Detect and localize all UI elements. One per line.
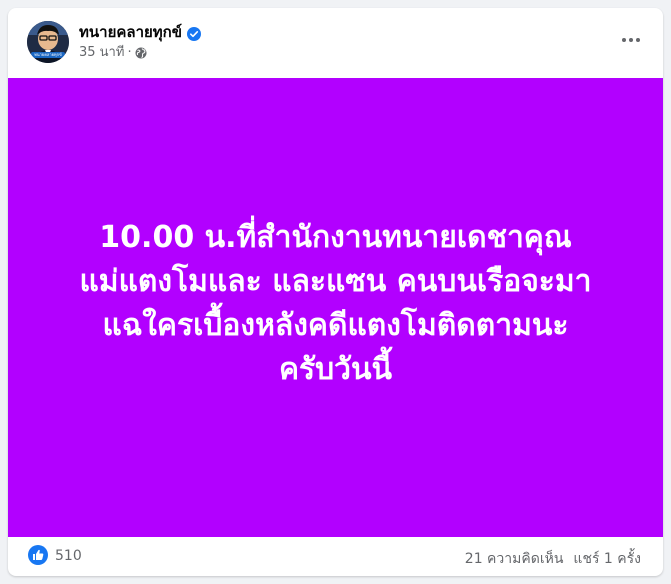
author-avatar[interactable]: ทนายคลายทุกข์	[27, 21, 69, 63]
post-message-line: 10.00 น.ที่สำนักงานทนายเดชาคุณ	[99, 219, 572, 255]
post-header: ทนายคลายทุกข์ ทนายคลายทุกข์ 35 นาที ·	[8, 8, 663, 78]
post-footer: 510 21 ความคิดเห็น แชร์ 1 ครั้ง	[8, 537, 663, 576]
shares-count[interactable]: แชร์ 1 ครั้ง	[573, 548, 641, 570]
like-reaction-icon[interactable]	[28, 545, 48, 565]
meta-separator: ·	[127, 45, 132, 60]
post-media-text-background[interactable]: 10.00 น.ที่สำนักงานทนายเดชาคุณ แม่แตงโมแ…	[8, 78, 663, 537]
post-card: ทนายคลายทุกข์ ทนายคลายทุกข์ 35 นาที · 10…	[8, 8, 663, 576]
avatar-caption: ทนายคลายทุกข์	[34, 52, 62, 57]
author-row: ทนายคลายทุกข์	[79, 23, 202, 42]
post-message-line: แม่แตงโมและ และแซน คนบนเรือจะมา	[79, 263, 592, 299]
globe-icon[interactable]	[135, 47, 147, 59]
post-message: 10.00 น.ที่สำนักงานทนายเดชาคุณ แม่แตงโมแ…	[36, 216, 636, 392]
post-meta: 35 นาที ·	[79, 45, 147, 61]
comments-count[interactable]: 21 ความคิดเห็น	[465, 548, 564, 570]
engagement-stats: 21 ความคิดเห็น แชร์ 1 ครั้ง	[465, 548, 641, 570]
reactions-count[interactable]: 510	[55, 548, 82, 564]
post-message-line: ครับวันนี้	[278, 351, 393, 387]
author-name[interactable]: ทนายคลายทุกข์	[79, 23, 182, 42]
more-options-icon	[622, 38, 640, 42]
more-options-button[interactable]	[619, 30, 643, 50]
post-message-line: แฉใครเบื้องหลังคดีแตงโมติดตามนะ	[102, 307, 569, 343]
post-timestamp[interactable]: 35 นาที	[79, 45, 124, 61]
verified-badge-icon	[187, 26, 202, 41]
